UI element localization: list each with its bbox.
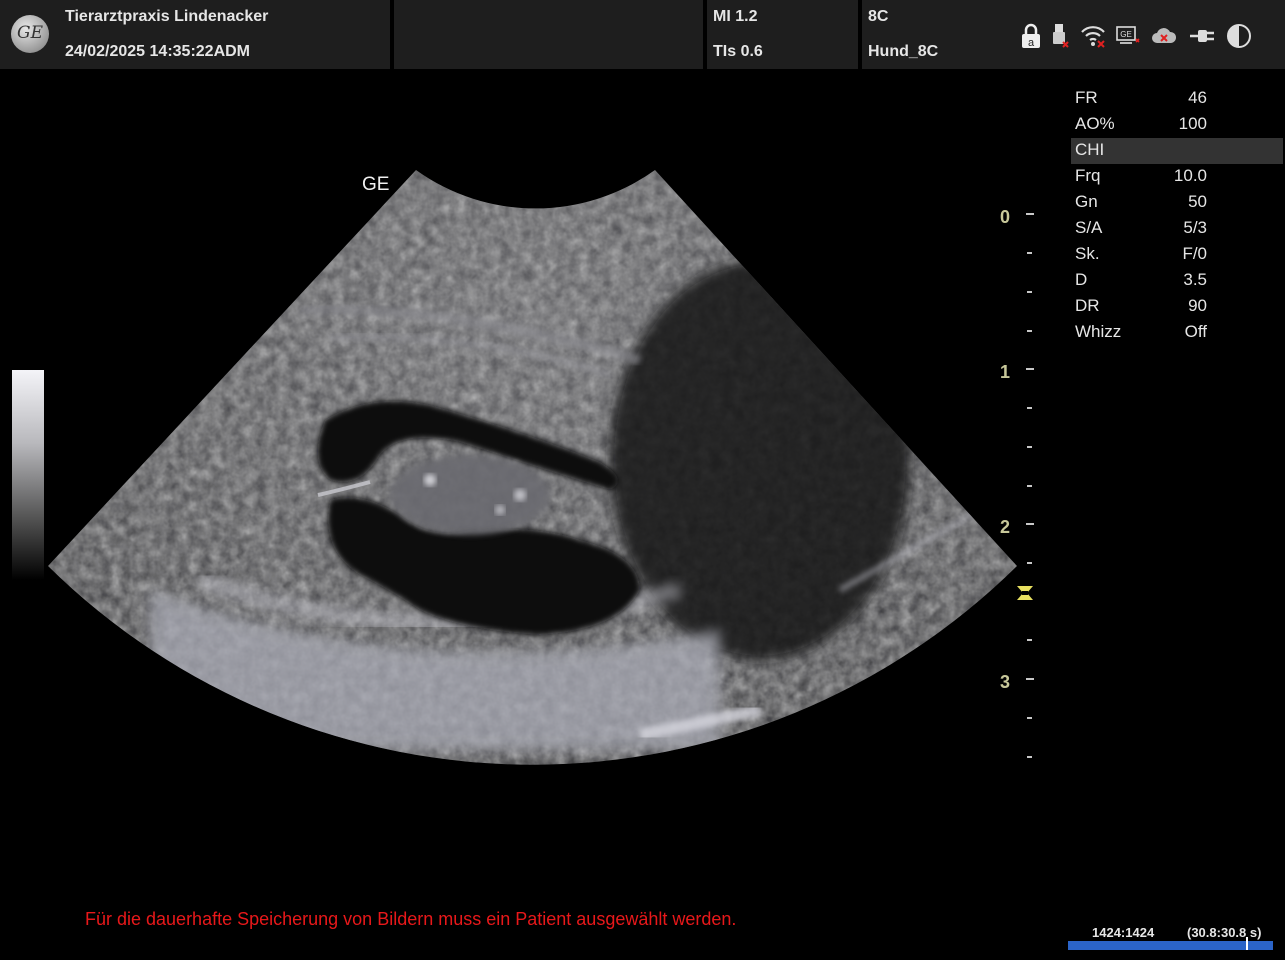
- param-row-frq: Frq 10.0: [1075, 166, 1207, 185]
- lock-icon[interactable]: a: [1020, 22, 1042, 50]
- depth-tick-minor: [1027, 446, 1032, 448]
- depth-tick-minor: [1027, 717, 1032, 719]
- info-panel: GE Tierarztpraxis Lindenacker 24/02/2025…: [0, 0, 390, 69]
- depth-label-2: 2: [999, 517, 1010, 537]
- svg-text:a: a: [1028, 37, 1035, 49]
- param-row-chi: CHI: [1071, 138, 1283, 164]
- depth-tick-major: [1026, 213, 1034, 215]
- cine-progress-bar[interactable]: [1068, 941, 1273, 950]
- cine-loop-indicator[interactable]: 1424:1424 (30.8:30.8 s): [1068, 925, 1274, 951]
- cloud-icon[interactable]: [1150, 25, 1178, 47]
- param-row-whizz: Whizz Off: [1075, 322, 1207, 341]
- mechanical-index: MI 1.2: [713, 8, 758, 25]
- depth-tick-minor: [1027, 562, 1032, 564]
- param-row-d: D 3.5: [1075, 270, 1207, 289]
- depth-tick-major: [1026, 678, 1034, 680]
- ge-connect-icon[interactable]: GE: [1116, 25, 1140, 47]
- acoustic-output-panel: MI 1.2 TIs 0.6: [707, 0, 858, 69]
- depth-tick-minor: [1027, 756, 1032, 758]
- probe-name[interactable]: 8C: [868, 8, 888, 26]
- wifi-icon[interactable]: [1080, 23, 1106, 49]
- depth-tick-minor: [1027, 407, 1032, 409]
- svg-text:GE: GE: [1120, 30, 1132, 39]
- cine-time: (30.8:30.8 s): [1187, 925, 1262, 940]
- cine-frame-counter: 1424:1424: [1092, 925, 1155, 940]
- param-row-gn: Gn 50: [1075, 192, 1207, 211]
- param-row-sa: S/A 5/3: [1075, 218, 1207, 237]
- param-row-ao: AO% 100: [1075, 114, 1207, 133]
- depth-scale: 0 1 2 3: [980, 200, 1040, 770]
- cine-position-marker[interactable]: [1246, 937, 1248, 950]
- patient-panel[interactable]: [394, 0, 703, 69]
- param-row-sk: Sk. F/0: [1075, 244, 1207, 263]
- ge-logo: GE: [11, 15, 49, 53]
- institution-name: Tierarztpraxis Lindenacker: [65, 8, 269, 25]
- thermal-index: TIs 0.6: [713, 43, 763, 60]
- depth-tick-minor: [1027, 291, 1032, 293]
- param-row-fr: FR 46: [1075, 88, 1207, 107]
- depth-label-1: 1: [999, 362, 1010, 382]
- depth-tick-major: [1026, 523, 1034, 525]
- depth-tick-minor: [1027, 639, 1032, 641]
- grayscale-bar: [12, 370, 44, 580]
- exam-datetime: 24/02/2025 14:35:22ADM: [65, 43, 251, 60]
- top-status-bar: GE Tierarztpraxis Lindenacker 24/02/2025…: [0, 0, 1285, 70]
- system-status-icons: a GE: [1020, 20, 1252, 52]
- depth-tick-major: [1026, 368, 1034, 370]
- depth-label-0: 0: [999, 207, 1010, 227]
- depth-tick-minor: [1027, 252, 1032, 254]
- depth-tick-minor: [1027, 330, 1032, 332]
- sector-scan: [48, 170, 1017, 765]
- contrast-icon[interactable]: [1226, 23, 1252, 49]
- param-row-dr: DR 90: [1075, 296, 1207, 315]
- imaging-parameters: FR 46 AO% 100 CHI Frq 10.0 Gn 50 S/A 5/3 Sk. F…: [1071, 86, 1283, 346]
- depth-tick-minor: [1027, 485, 1032, 487]
- ge-orientation-mark: GE: [362, 174, 390, 195]
- depth-label-3: 3: [999, 672, 1010, 692]
- preset-name[interactable]: Hund_8C: [868, 43, 938, 61]
- power-plug-icon[interactable]: [1188, 27, 1216, 45]
- warning-message: Für die dauerhafte Speicherung von Bilde…: [85, 909, 737, 929]
- focus-marker-icon[interactable]: [1016, 585, 1034, 601]
- usb-icon[interactable]: [1052, 22, 1070, 50]
- ultrasound-image[interactable]: [0, 70, 1060, 790]
